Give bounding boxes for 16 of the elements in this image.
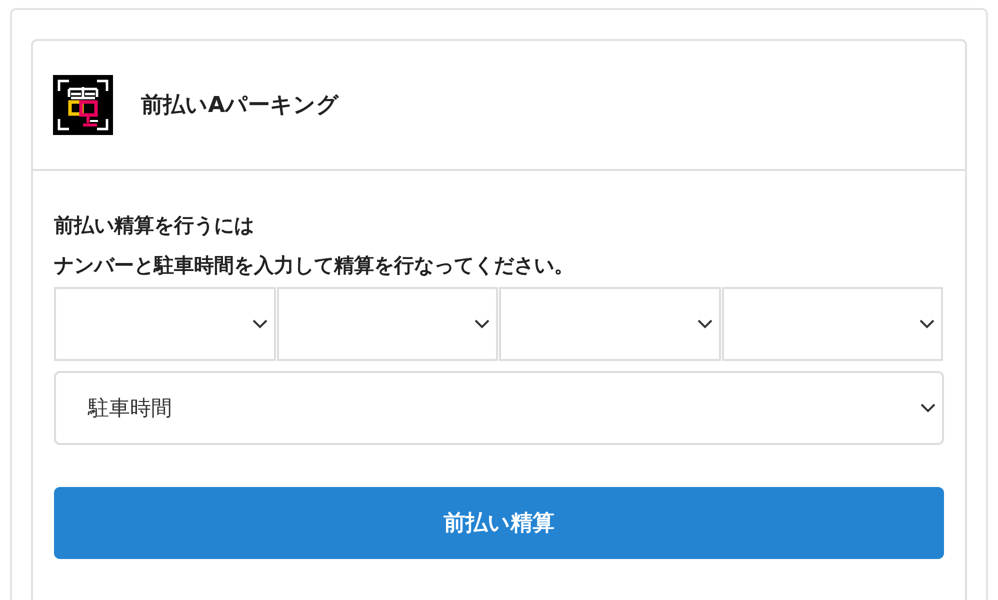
chevron-down-icon: [474, 319, 490, 329]
logo-icon: [53, 75, 113, 135]
plate-number-select[interactable]: [499, 287, 720, 361]
instruction-text: ナンバーと駐車時間を入力して精算を行なってください。: [54, 252, 575, 279]
select-placeholder: 駐車時間: [88, 395, 172, 422]
plate-number-select[interactable]: [722, 287, 943, 361]
chevron-down-icon: [252, 319, 268, 329]
chevron-down-icon: [920, 403, 936, 413]
chevron-down-icon: [919, 319, 935, 329]
chevron-down-icon: [696, 319, 712, 329]
instruction-text: 前払い精算を行うには: [54, 212, 255, 239]
parking-time-select[interactable]: 駐車時間: [54, 371, 944, 445]
parking-title: 前払いAパーキング: [141, 92, 340, 120]
prepay-button[interactable]: 前払い精算: [54, 487, 944, 559]
plate-number-select[interactable]: [276, 287, 498, 361]
plate-number-select[interactable]: [54, 287, 276, 361]
